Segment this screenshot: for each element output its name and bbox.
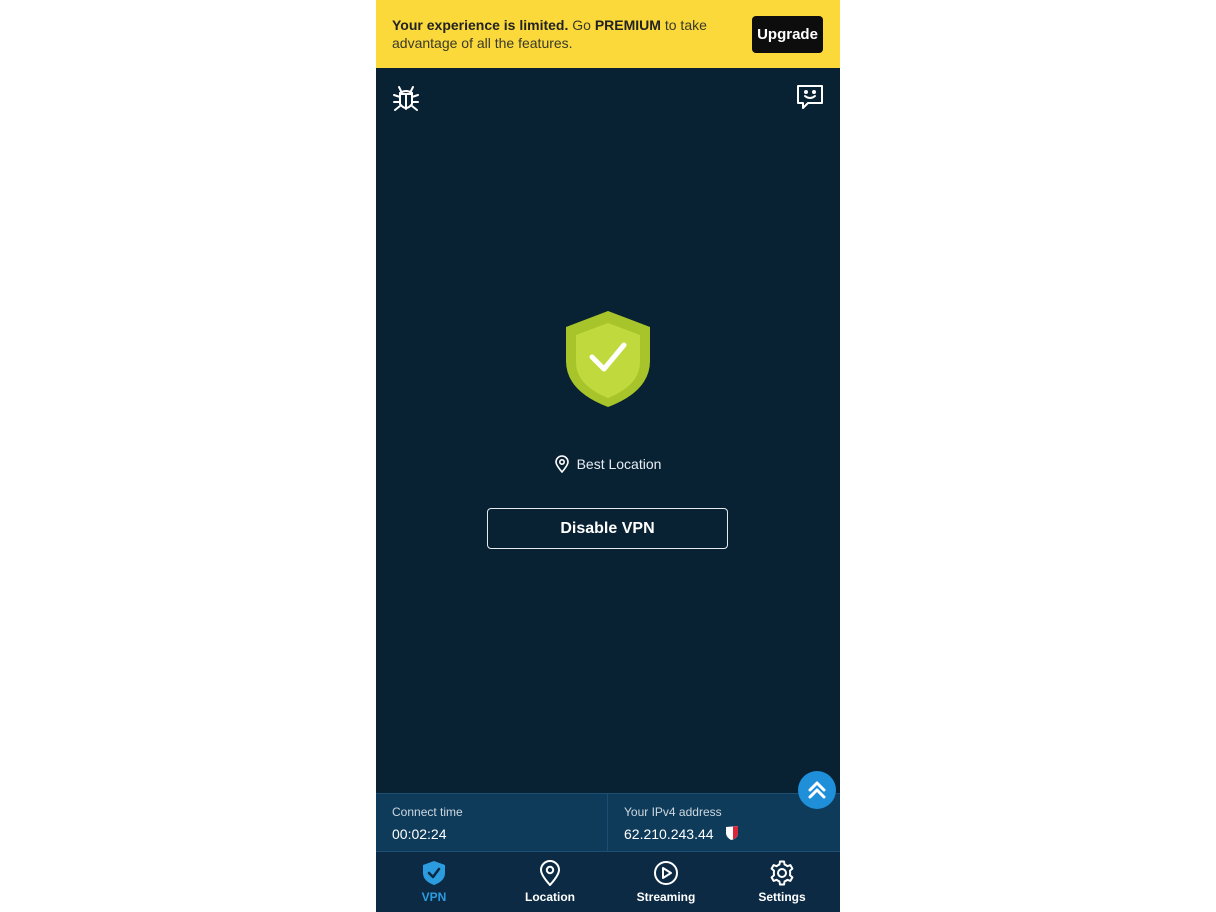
premium-banner: Your experience is limited. Go PREMIUM t…: [376, 0, 840, 68]
tab-vpn[interactable]: VPN: [376, 852, 492, 912]
banner-message: Your experience is limited. Go PREMIUM t…: [392, 16, 722, 52]
gear-icon: [770, 860, 794, 886]
play-circle-icon: [654, 861, 678, 885]
tab-location-label: Location: [525, 890, 575, 904]
connection-info-panel: Connect time 00:02:24 Your IPv4 address …: [376, 793, 840, 852]
tab-location[interactable]: Location: [492, 852, 608, 912]
connect-time-value: 00:02:24: [392, 826, 447, 842]
connect-time-cell: Connect time 00:02:24: [376, 794, 608, 851]
feedback-icon[interactable]: [796, 83, 824, 113]
double-chevron-up-icon: [808, 781, 826, 799]
tab-streaming[interactable]: Streaming: [608, 852, 724, 912]
location-label: Best Location: [576, 456, 662, 472]
country-flag-shield-icon: [725, 825, 739, 841]
shield-check-icon: [423, 861, 445, 885]
disable-vpn-button[interactable]: Disable VPN: [487, 508, 728, 549]
location-pin-icon: [539, 860, 561, 886]
tab-settings[interactable]: Settings: [724, 852, 840, 912]
ip-address-value: 62.210.243.44: [624, 826, 714, 842]
selected-location[interactable]: Best Location: [376, 455, 840, 473]
banner-premium-text: PREMIUM: [594, 17, 661, 33]
tab-vpn-label: VPN: [421, 890, 447, 904]
tab-streaming-label: Streaming: [636, 890, 696, 904]
bug-report-icon[interactable]: [392, 84, 420, 114]
upgrade-button[interactable]: Upgrade: [752, 16, 823, 53]
expand-panel-button[interactable]: [798, 771, 836, 809]
banner-text-1: Go: [568, 17, 595, 33]
bottom-tab-bar: VPN Location Streaming Settings: [376, 852, 840, 912]
vpn-protected-shield-icon: [564, 309, 652, 409]
location-pin-icon: [554, 455, 569, 473]
connect-time-label: Connect time: [392, 805, 463, 819]
banner-strong-text: Your experience is limited.: [392, 17, 569, 33]
tab-settings-label: Settings: [758, 890, 806, 904]
app-window: Your experience is limited. Go PREMIUM t…: [376, 0, 840, 912]
ip-address-label: Your IPv4 address: [624, 805, 722, 819]
